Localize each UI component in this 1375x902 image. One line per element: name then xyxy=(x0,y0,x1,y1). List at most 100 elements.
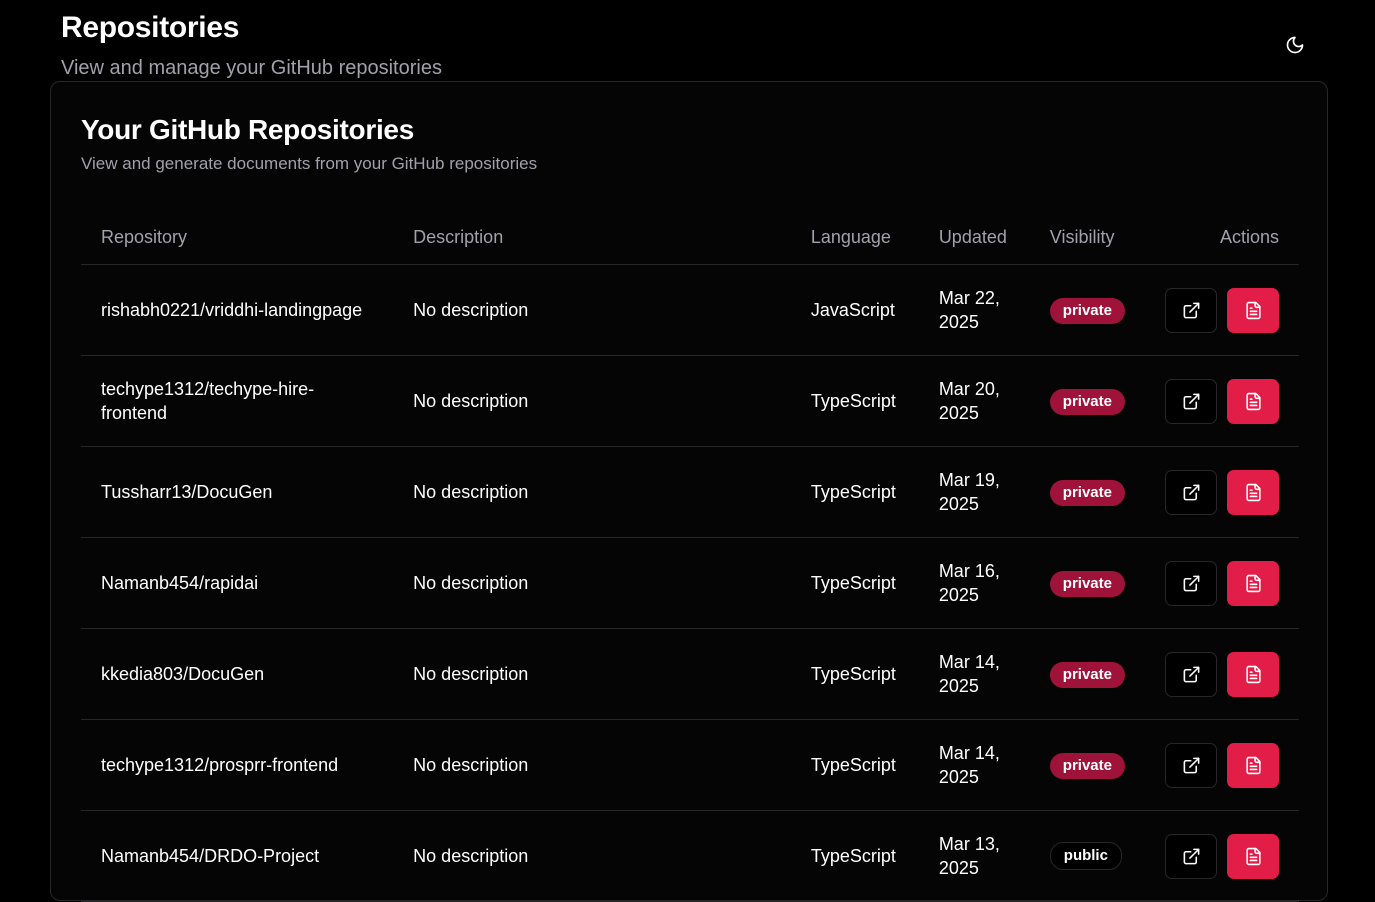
language-cell: TypeScript xyxy=(790,810,919,902)
column-header-description: Description xyxy=(393,210,791,265)
repository-description: No description xyxy=(413,755,529,775)
page-header: Repositories View and manage your GitHub… xyxy=(61,8,442,80)
repository-language: TypeScript xyxy=(810,846,896,866)
updated-date-line1: Mar 14, xyxy=(938,652,1000,672)
updated-date-line1: Mar 13, xyxy=(938,834,1000,854)
page-title: Repositories xyxy=(61,11,240,44)
external-link-icon xyxy=(1183,666,1199,682)
table-row: kkedia803/DocuGen No description TypeScr… xyxy=(81,628,1299,720)
column-header-repository: Repository xyxy=(81,210,394,265)
updated-date-line2: 2025 xyxy=(938,676,979,696)
repository-description: No description xyxy=(413,482,529,502)
open-repository-button[interactable] xyxy=(1165,469,1217,515)
table-body: rishabh0221/vriddhi-landingpage No descr… xyxy=(81,264,1299,902)
repository-name-cell: rishabh0221/vriddhi-landingpage xyxy=(81,264,394,356)
description-cell: No description xyxy=(393,719,791,811)
updated-cell: Mar 14, 2025 xyxy=(918,628,1030,720)
card-subtitle: View and generate documents from your Gi… xyxy=(81,154,538,173)
updated-date-line2: 2025 xyxy=(938,585,979,605)
repository-name: techype1312/prosprr-frontend xyxy=(101,755,339,775)
actions-cell xyxy=(1144,628,1299,720)
generate-document-button[interactable] xyxy=(1227,287,1279,333)
visibility-cell: public xyxy=(1029,810,1145,902)
description-cell: No description xyxy=(393,355,791,447)
table-row: Namanb454/DRDO-Project No description Ty… xyxy=(81,810,1299,902)
actions-cell xyxy=(1144,446,1299,538)
external-link-icon xyxy=(1183,393,1199,409)
generate-document-button[interactable] xyxy=(1227,742,1279,788)
repository-name: techype1312/techype-hire-frontend xyxy=(101,379,315,423)
repository-name: Namanb454/DRDO-Project xyxy=(101,846,320,866)
updated-date-line2: 2025 xyxy=(938,403,979,423)
visibility-cell: private xyxy=(1029,628,1145,720)
table-row: techype1312/techype-hire-frontend No des… xyxy=(81,355,1299,447)
repository-language: TypeScript xyxy=(810,664,896,684)
repository-name: Namanb454/rapidai xyxy=(101,573,259,593)
repository-description: No description xyxy=(413,573,529,593)
repository-name: rishabh0221/vriddhi-landingpage xyxy=(101,300,363,320)
visibility-cell: private xyxy=(1029,537,1145,629)
updated-cell: Mar 20, 2025 xyxy=(918,355,1030,447)
description-cell: No description xyxy=(393,810,791,902)
external-link-icon xyxy=(1183,757,1199,773)
open-repository-button[interactable] xyxy=(1165,560,1217,606)
visibility-badge: private xyxy=(1049,479,1125,506)
language-cell: TypeScript xyxy=(790,628,919,720)
repository-name-cell: Namanb454/rapidai xyxy=(81,537,394,629)
description-cell: No description xyxy=(393,446,791,538)
generate-document-button[interactable] xyxy=(1227,651,1279,697)
table-row: Namanb454/rapidai No description TypeScr… xyxy=(81,537,1299,629)
table-row: Tussharr13/DocuGen No description TypeSc… xyxy=(81,446,1299,538)
external-link-icon xyxy=(1183,848,1199,864)
generate-document-button[interactable] xyxy=(1227,560,1279,606)
column-header-actions: Actions xyxy=(1144,210,1299,265)
updated-date-line1: Mar 14, xyxy=(938,743,1000,763)
repository-name-cell: Namanb454/DRDO-Project xyxy=(81,810,394,902)
updated-date-line2: 2025 xyxy=(938,494,979,514)
column-header-visibility: Visibility xyxy=(1029,210,1145,265)
description-cell: No description xyxy=(393,264,791,356)
generate-document-button[interactable] xyxy=(1227,469,1279,515)
open-repository-button[interactable] xyxy=(1165,378,1217,424)
repository-language: TypeScript xyxy=(810,391,896,411)
repository-name-cell: techype1312/prosprr-frontend xyxy=(81,719,394,811)
actions-cell xyxy=(1144,810,1299,902)
repository-name-cell: kkedia803/DocuGen xyxy=(81,628,394,720)
open-repository-button[interactable] xyxy=(1165,742,1217,788)
visibility-badge: private xyxy=(1049,297,1125,324)
file-text-icon xyxy=(1245,574,1261,592)
repositories-card: Your GitHub Repositories View and genera… xyxy=(50,81,1328,902)
theme-toggle-button[interactable] xyxy=(1280,30,1310,60)
open-repository-button[interactable] xyxy=(1165,287,1217,333)
repository-description: No description xyxy=(413,300,529,320)
table-row: rishabh0221/vriddhi-landingpage No descr… xyxy=(81,264,1299,356)
updated-date-line1: Mar 22, xyxy=(938,288,1000,308)
actions-cell xyxy=(1144,355,1299,447)
description-cell: No description xyxy=(393,537,791,629)
generate-document-button[interactable] xyxy=(1227,833,1279,879)
language-cell: TypeScript xyxy=(790,355,919,447)
visibility-badge: private xyxy=(1049,661,1125,688)
repository-language: TypeScript xyxy=(810,573,896,593)
updated-date-line2: 2025 xyxy=(938,858,979,878)
repository-description: No description xyxy=(413,664,529,684)
file-text-icon xyxy=(1245,392,1261,410)
updated-date-line2: 2025 xyxy=(938,312,979,332)
open-repository-button[interactable] xyxy=(1165,833,1217,879)
open-repository-button[interactable] xyxy=(1165,651,1217,697)
visibility-badge: private xyxy=(1049,570,1125,597)
repository-name-cell: techype1312/techype-hire-frontend xyxy=(81,355,394,447)
repository-description: No description xyxy=(413,846,529,866)
visibility-cell: private xyxy=(1029,355,1145,447)
visibility-badge: private xyxy=(1049,752,1125,779)
repositories-table: Repository Description Language Updated … xyxy=(81,210,1299,902)
repository-language: TypeScript xyxy=(810,755,896,775)
repository-name: kkedia803/DocuGen xyxy=(101,664,265,684)
updated-cell: Mar 16, 2025 xyxy=(918,537,1030,629)
updated-date-line1: Mar 16, xyxy=(938,561,1000,581)
generate-document-button[interactable] xyxy=(1227,378,1279,424)
table-header-row: Repository Description Language Updated … xyxy=(81,210,1299,265)
updated-cell: Mar 19, 2025 xyxy=(918,446,1030,538)
page-subtitle: View and manage your GitHub repositories xyxy=(61,57,442,79)
card-title: Your GitHub Repositories xyxy=(81,114,414,145)
